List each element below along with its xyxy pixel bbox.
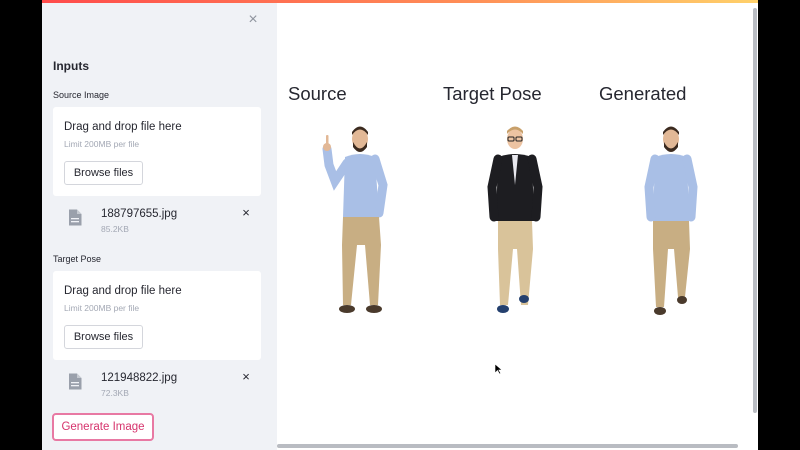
source-column-title: Source — [288, 83, 347, 104]
remove-file-icon[interactable]: × — [240, 370, 252, 383]
main-content: Source Target Pose Generated — [277, 3, 758, 450]
source-image-label: Source Image — [53, 90, 110, 100]
generated-image — [644, 126, 698, 315]
target-drop-title: Drag and drop file here — [64, 285, 182, 297]
source-browse-button[interactable]: Browse files — [64, 161, 143, 185]
source-dropzone[interactable]: Drag and drop file here Limit 200MB per … — [53, 107, 261, 196]
file-icon — [69, 209, 82, 226]
target-pose-label: Target Pose — [53, 254, 102, 264]
source-file-name: 188797655.jpg — [101, 208, 178, 220]
file-icon — [69, 373, 82, 390]
target-browse-button[interactable]: Browse files — [64, 325, 143, 349]
sidebar-header: Inputs — [53, 59, 89, 73]
target-dropzone[interactable]: Drag and drop file here Limit 200MB per … — [53, 271, 261, 360]
app-window: × Inputs Source Image Drag and drop file… — [42, 0, 758, 450]
target-pose-column-title: Target Pose — [443, 83, 542, 104]
close-icon[interactable]: × — [246, 12, 260, 28]
source-file-row: 188797655.jpg 85.2KB × — [53, 204, 261, 240]
source-drop-title: Drag and drop file here — [64, 121, 182, 133]
mouse-cursor-icon — [495, 364, 503, 374]
vertical-scrollbar[interactable] — [753, 8, 757, 413]
source-file-size: 85.2KB — [101, 224, 129, 234]
remove-file-icon[interactable]: × — [240, 206, 252, 219]
target-file-name: 121948822.jpg — [101, 372, 178, 384]
source-image — [322, 126, 388, 313]
sidebar: × Inputs Source Image Drag and drop file… — [42, 3, 277, 450]
target-pose-image — [487, 126, 543, 313]
target-drop-limit: Limit 200MB per file — [64, 303, 140, 313]
target-file-size: 72.3KB — [101, 388, 129, 398]
generate-image-button[interactable]: Generate Image — [52, 413, 154, 441]
generated-column-title: Generated — [599, 83, 687, 104]
horizontal-scrollbar[interactable] — [277, 444, 738, 448]
target-file-row: 121948822.jpg 72.3KB × — [53, 368, 261, 404]
source-drop-limit: Limit 200MB per file — [64, 139, 140, 149]
